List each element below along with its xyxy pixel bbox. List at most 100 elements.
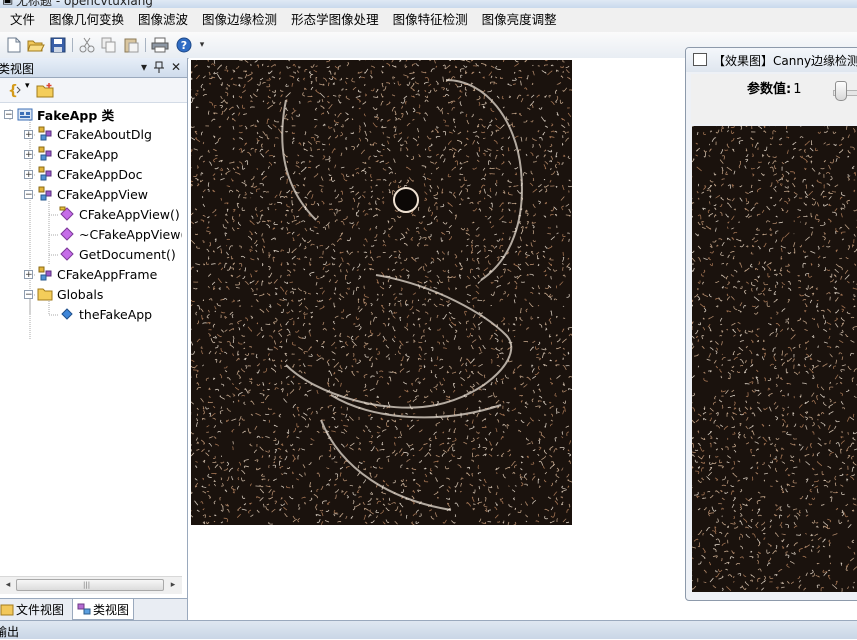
toolbar-separator	[145, 38, 146, 52]
canny-effect-window[interactable]: 【效果图】Canny边缘检测 参数值: 1	[685, 47, 857, 601]
parameter-value: 1	[793, 82, 802, 97]
tree-item-label: ~CFakeAppView()	[79, 226, 182, 242]
tree-item-label: CFakeApp	[57, 146, 119, 162]
eye-contour	[393, 187, 419, 213]
canny-result-canvas	[692, 126, 857, 592]
menu-file[interactable]: 文件	[3, 8, 42, 32]
output-panel-bar: 输出	[0, 620, 857, 639]
window-icon	[693, 53, 707, 66]
dropdown-arrow-icon[interactable]: ▾	[25, 81, 30, 91]
app-icon: ▣	[2, 0, 13, 6]
collapse-icon[interactable]: −	[24, 289, 33, 299]
open-icon[interactable]	[27, 36, 45, 54]
copy-icon[interactable]	[100, 36, 118, 54]
title-bar: ▣ 无标题 - opencvtuxiang	[0, 0, 857, 8]
tab-file-view[interactable]: 文件视图	[0, 599, 68, 619]
tree-item-label: Globals	[57, 286, 104, 302]
class-icon	[37, 146, 53, 162]
menu-geometric-transform[interactable]: 图像几何变换	[42, 8, 131, 32]
tree-item-label: CFakeAppFrame	[57, 266, 158, 282]
expand-icon[interactable]: +	[24, 129, 33, 139]
tree-item-label: CFakeAppView	[57, 186, 148, 202]
method-icon	[59, 246, 75, 262]
parameter-label-text: 参数值:	[747, 82, 792, 97]
window-title: 无标题 - opencvtuxiang	[16, 0, 153, 8]
class-icon	[37, 266, 53, 282]
folder-icon	[37, 286, 53, 302]
panel-tabs: 文件视图 类视图	[0, 598, 187, 621]
scroll-right-icon[interactable]: ▸	[166, 579, 180, 592]
class-icon	[37, 126, 53, 142]
method-key-icon	[59, 206, 75, 222]
tab-class-view[interactable]: 类视图	[72, 599, 135, 620]
tree-item[interactable]: GetDocument()	[46, 244, 176, 264]
tree-item[interactable]: − Globals	[24, 284, 103, 304]
file-view-icon	[0, 604, 14, 616]
toolbar-overflow-icon[interactable]: ▾	[197, 36, 207, 54]
menu-feature-detection[interactable]: 图像特征检测	[386, 8, 475, 32]
edge-background	[191, 60, 572, 525]
class-icon	[37, 166, 53, 182]
horizontal-scrollbar[interactable]: ◂ ||| ▸	[0, 576, 182, 594]
tree-item-label: GetDocument()	[79, 246, 176, 262]
tree-item-label: CFakeAboutDlg	[57, 126, 152, 142]
class-view-icon	[77, 603, 91, 615]
scroll-left-icon[interactable]: ◂	[1, 579, 15, 592]
menu-bar: 文件 图像几何变换 图像滤波 图像边缘检测 形态学图像处理 图像特征检测 图像亮…	[0, 8, 857, 33]
toolbar-separator	[72, 38, 73, 52]
menu-morphology[interactable]: 形态学图像处理	[284, 8, 386, 32]
tree-item[interactable]: + CFakeAppDoc	[24, 164, 142, 184]
variable-icon	[59, 306, 75, 322]
class-view-panel: 类视图 ▾ ✕ { ▾ − FakeApp 类 + CFakeAboutDlg + CFa…	[0, 58, 188, 621]
tree-item-label: CFakeAppView()	[79, 206, 180, 222]
method-icon	[59, 226, 75, 242]
tree-item[interactable]: − CFakeAppView	[24, 184, 148, 204]
cut-icon[interactable]	[78, 36, 96, 54]
parameter-label: 参数值: 1	[747, 78, 801, 97]
tree-item[interactable]: CFakeAppView()	[46, 204, 180, 224]
output-label[interactable]: 输出	[0, 623, 19, 640]
new-icon[interactable]	[5, 36, 23, 54]
tree-item[interactable]: ~CFakeAppView()	[46, 224, 182, 244]
save-icon[interactable]	[49, 36, 67, 54]
class-wizard-icon[interactable]: {	[6, 82, 26, 101]
pin-icon[interactable]	[151, 59, 167, 75]
edge-image-canvas	[191, 60, 572, 525]
tree-item[interactable]: + CFakeAppFrame	[24, 264, 157, 284]
tree-item-label: CFakeAppDoc	[57, 166, 143, 182]
project-icon	[17, 106, 33, 122]
paste-icon[interactable]	[122, 36, 140, 54]
tab-class-view-label: 类视图	[93, 602, 130, 617]
class-icon	[37, 186, 53, 202]
class-view-header: 类视图 ▾ ✕	[0, 58, 187, 78]
collapse-icon[interactable]: −	[24, 189, 33, 199]
source-edge-image	[191, 60, 572, 525]
tree-item[interactable]: + CFakeAboutDlg	[24, 124, 152, 144]
svg-text:{: {	[8, 83, 18, 98]
canny-result-image	[692, 126, 857, 592]
menu-filter[interactable]: 图像滤波	[131, 8, 195, 32]
parameter-trackbar: 参数值: 1	[691, 74, 857, 124]
panel-menu-icon[interactable]: ▾	[136, 59, 152, 75]
collapse-icon[interactable]: −	[4, 109, 13, 119]
tab-file-view-label: 文件视图	[16, 602, 65, 617]
slider-thumb[interactable]	[835, 81, 847, 101]
effect-window-title: 【效果图】Canny边缘检测	[713, 54, 857, 68]
new-folder-icon[interactable]	[36, 82, 54, 101]
print-icon[interactable]	[151, 36, 169, 54]
close-icon[interactable]: ✕	[168, 59, 184, 75]
expand-icon[interactable]: +	[24, 169, 33, 179]
tree-item[interactable]: − FakeApp 类	[4, 104, 114, 124]
menu-brightness[interactable]: 图像亮度调整	[475, 8, 564, 32]
scrollbar-thumb[interactable]: |||	[16, 579, 164, 591]
expand-icon[interactable]: +	[24, 149, 33, 159]
effect-window-titlebar[interactable]: 【效果图】Canny边缘检测	[686, 48, 857, 72]
expand-icon[interactable]: +	[24, 269, 33, 279]
tree-item-label: FakeApp 类	[37, 107, 115, 123]
help-icon[interactable]: ?	[175, 36, 193, 54]
tree-item[interactable]: theFakeApp	[46, 304, 152, 324]
tree-item[interactable]: + CFakeApp	[24, 144, 118, 164]
menu-edge-detection[interactable]: 图像边缘检测	[195, 8, 284, 32]
class-tree: − FakeApp 类 + CFakeAboutDlg + CFakeApp + CFakeA…	[0, 104, 182, 580]
class-view-title: 类视图	[0, 62, 35, 76]
